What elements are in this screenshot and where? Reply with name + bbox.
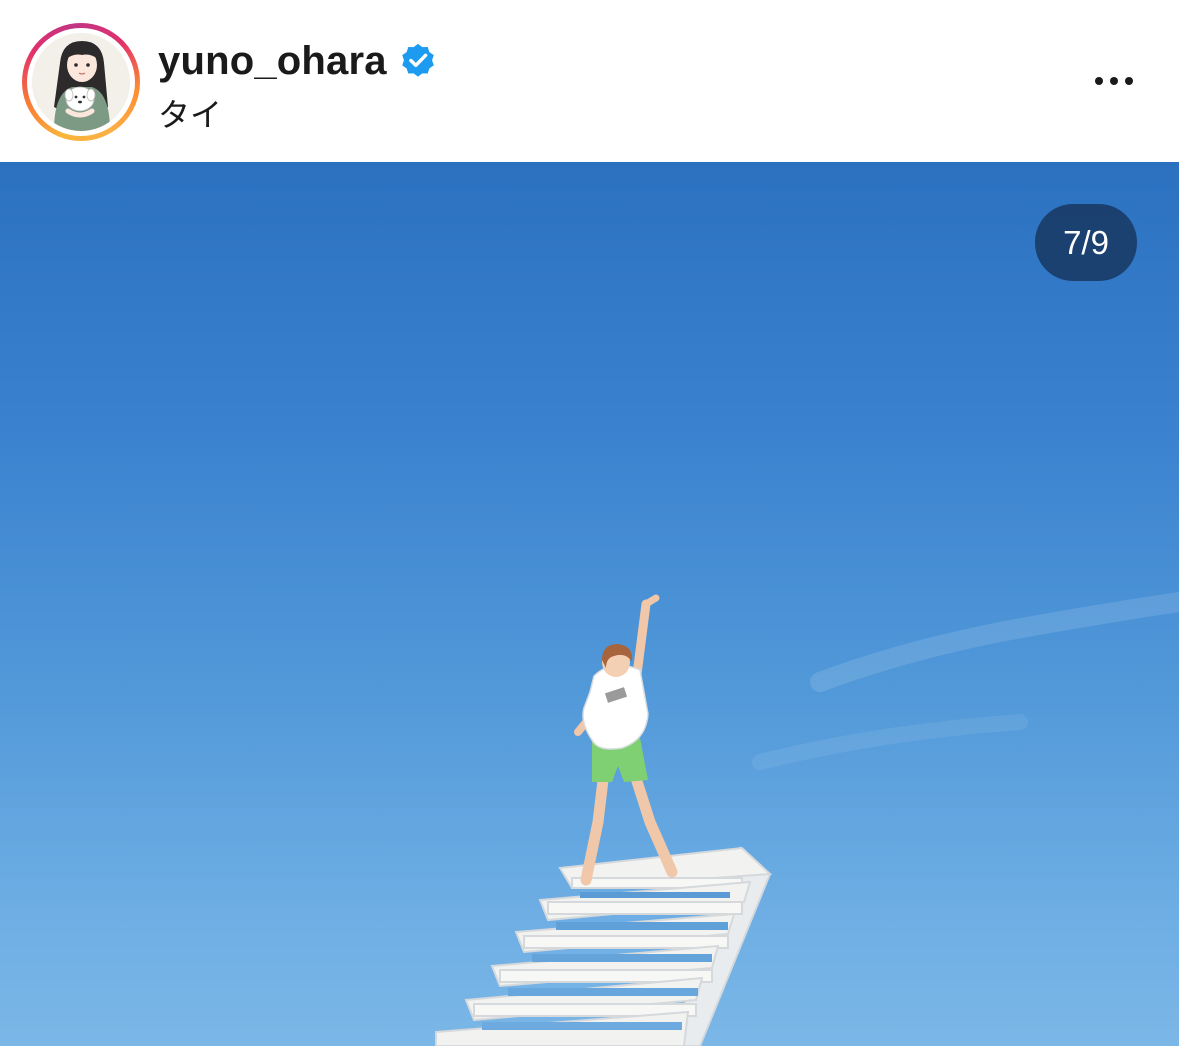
carousel-counter: 7/9 xyxy=(1035,204,1137,281)
username-row: yuno_ohara xyxy=(158,37,437,85)
location-link[interactable]: タイ xyxy=(158,90,222,136)
username-link[interactable]: yuno_ohara xyxy=(158,39,387,84)
verified-badge-icon xyxy=(401,43,434,77)
more-options-icon xyxy=(1095,77,1103,85)
post-header: yuno_ohara タイ xyxy=(0,0,1179,162)
photo-scene xyxy=(435,592,1179,1046)
person xyxy=(574,594,678,886)
story-ring[interactable] xyxy=(22,23,140,141)
avatar-illustration xyxy=(32,33,130,131)
staircase xyxy=(435,846,773,1046)
more-options-button[interactable] xyxy=(1084,62,1144,100)
post-photo[interactable]: 7/9 xyxy=(0,162,1179,1046)
avatar[interactable] xyxy=(32,33,130,131)
